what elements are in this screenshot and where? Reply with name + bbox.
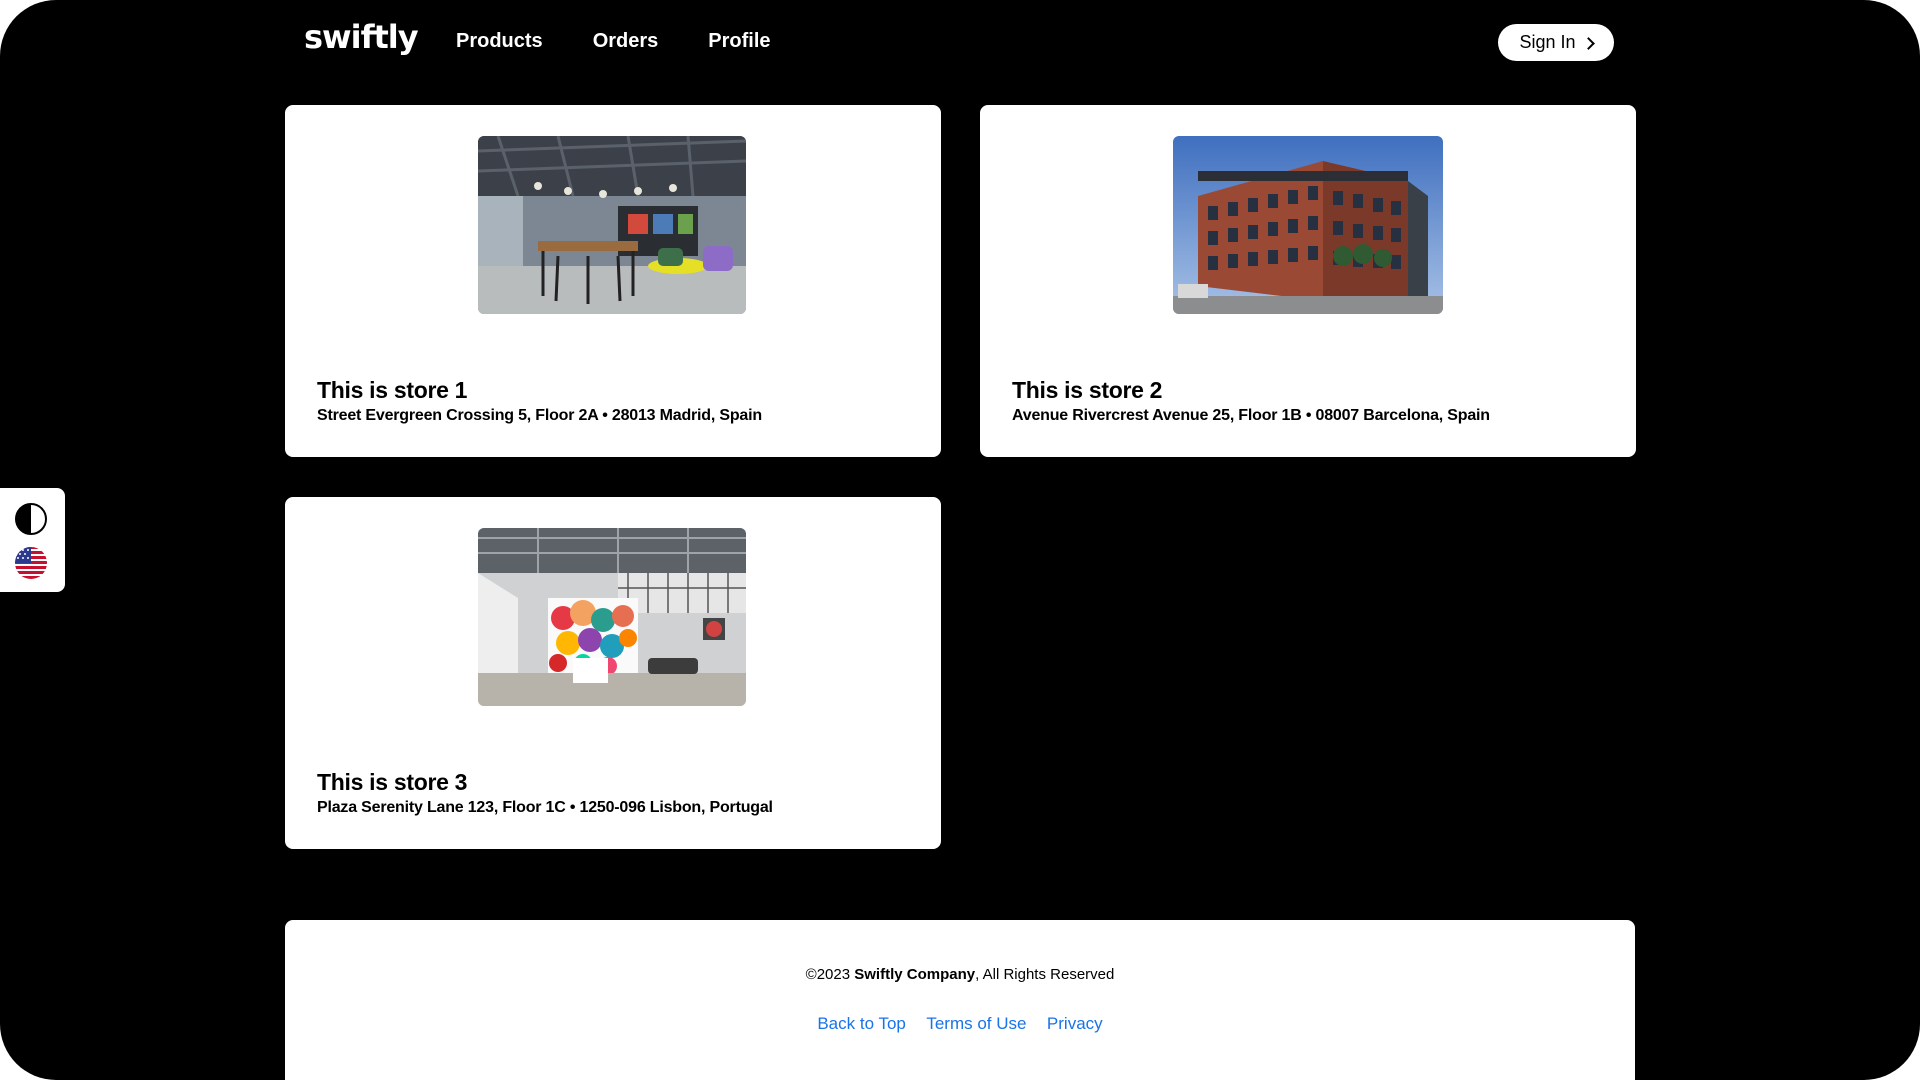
- privacy-link[interactable]: Privacy: [1047, 1014, 1103, 1033]
- nav-products[interactable]: Products: [456, 30, 543, 53]
- store-card-1[interactable]: This is store 1 Street Evergreen Crossin…: [285, 105, 941, 457]
- swiftly-logo[interactable]: swiftly: [304, 18, 419, 56]
- store-card-2[interactable]: This is store 2 Avenue Rivercrest Avenue…: [980, 105, 1636, 457]
- store-3-image: [478, 528, 746, 706]
- chevron-right-icon: [1581, 36, 1595, 50]
- store-2-image: [1173, 136, 1443, 314]
- store-card-3[interactable]: This is store 3 Plaza Serenity Lane 123,…: [285, 497, 941, 849]
- accessibility-panel: [0, 488, 65, 592]
- app-frame: swiftly Products Orders Profile Sign In: [0, 0, 1920, 1080]
- sign-in-button[interactable]: Sign In: [1498, 24, 1614, 61]
- store-3-title: This is store 3: [317, 769, 468, 795]
- store-1-title: This is store 1: [317, 377, 468, 403]
- store-1-image: [478, 136, 746, 314]
- copyright-suffix: , All Rights Reserved: [975, 966, 1115, 983]
- nav-profile[interactable]: Profile: [708, 30, 770, 53]
- company-name: Swiftly Company: [854, 966, 976, 983]
- nav-orders[interactable]: Orders: [593, 30, 659, 53]
- contrast-toggle-icon[interactable]: [14, 502, 48, 536]
- copyright-prefix: ©2023: [805, 966, 855, 983]
- back-to-top-link[interactable]: Back to Top: [817, 1014, 906, 1033]
- footer-links: Back to Top Terms of Use Privacy: [285, 1014, 1635, 1034]
- store-2-address: Avenue Rivercrest Avenue 25, Floor 1B • …: [1012, 407, 1490, 424]
- terms-of-use-link[interactable]: Terms of Use: [926, 1014, 1026, 1033]
- sign-in-label: Sign In: [1519, 32, 1576, 52]
- main-nav: Products Orders Profile: [456, 30, 821, 53]
- us-flag-icon[interactable]: [14, 546, 48, 580]
- store-3-address: Plaza Serenity Lane 123, Floor 1C • 1250…: [317, 799, 773, 816]
- store-2-title: This is store 2: [1012, 377, 1163, 403]
- copyright-text: ©2023 Swiftly Company, All Rights Reserv…: [285, 966, 1635, 983]
- footer: ©2023 Swiftly Company, All Rights Reserv…: [285, 920, 1635, 1080]
- store-1-address: Street Evergreen Crossing 5, Floor 2A • …: [317, 407, 762, 424]
